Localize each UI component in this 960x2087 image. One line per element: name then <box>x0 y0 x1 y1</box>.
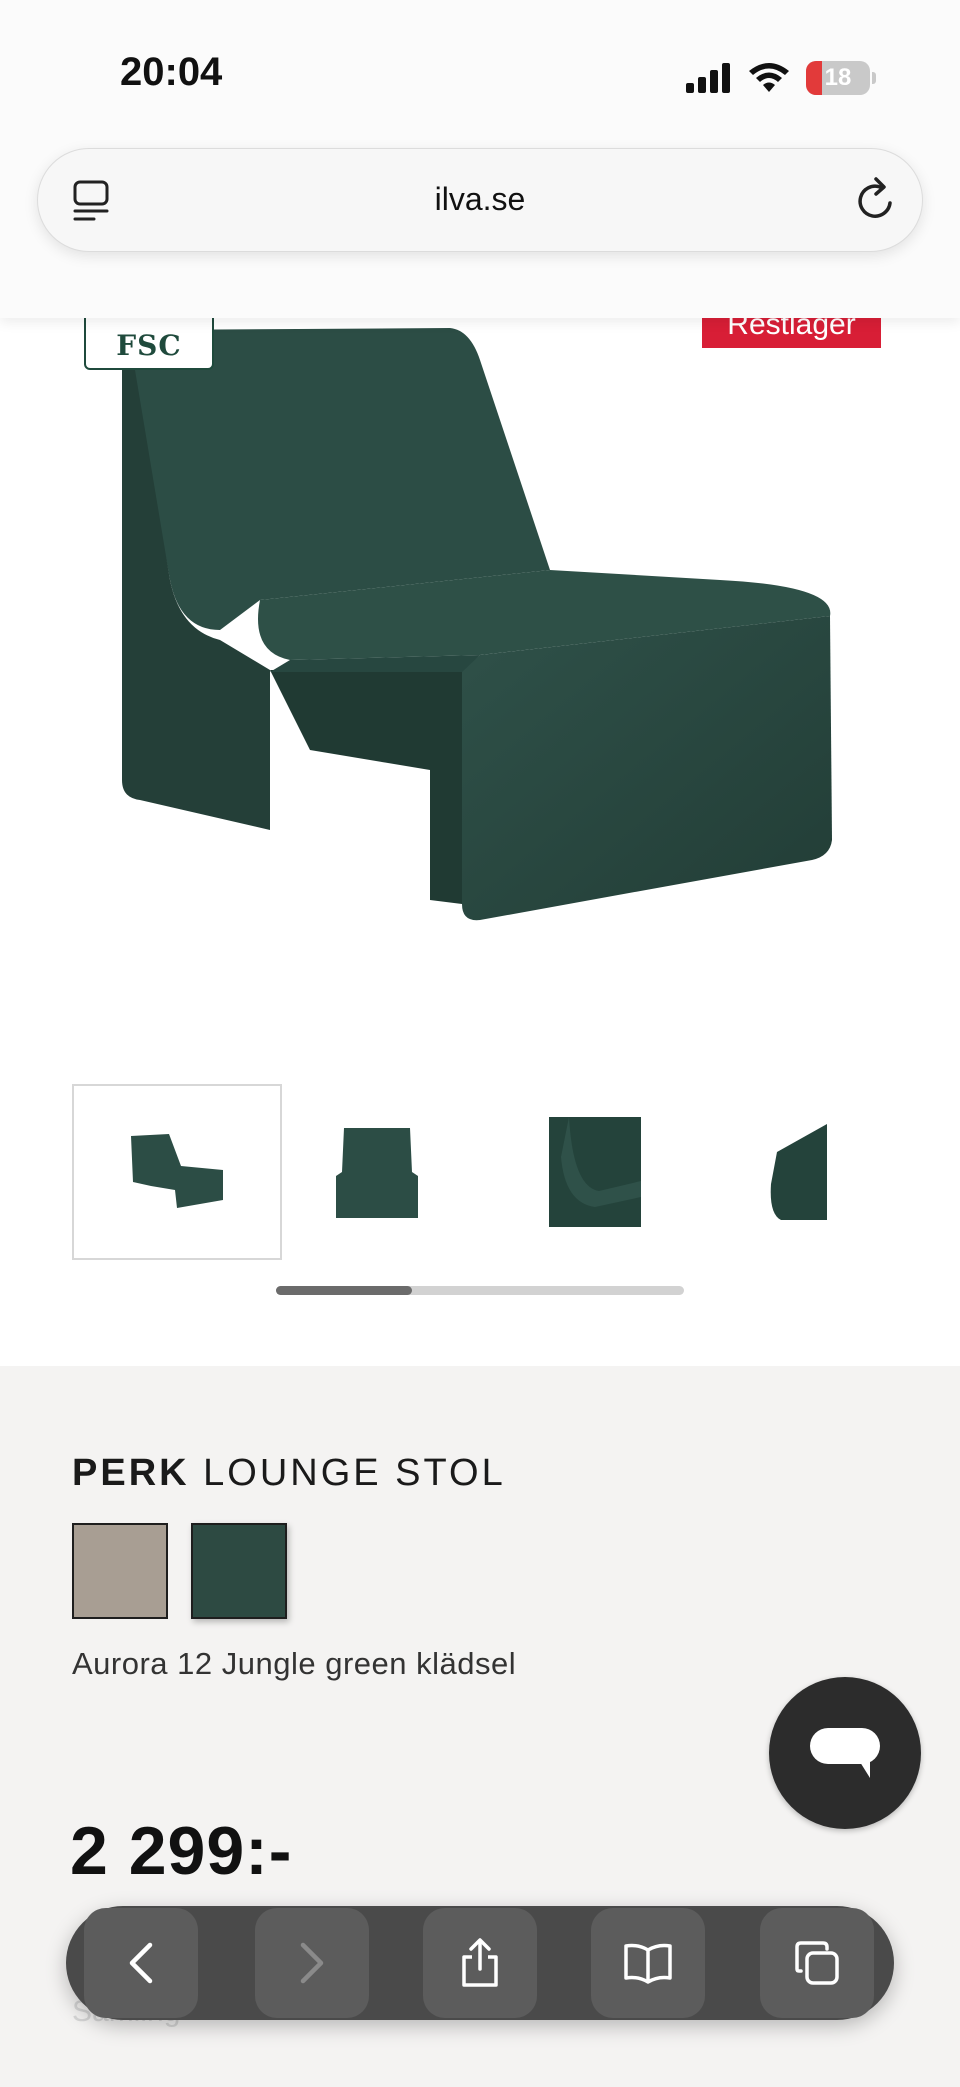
url-text[interactable]: ilva.se <box>38 181 922 218</box>
thumbnail-3[interactable] <box>490 1084 700 1260</box>
bookmarks-icon <box>624 1943 672 1984</box>
wifi-icon <box>749 63 789 92</box>
thumbnail-chair-side <box>131 1134 223 1208</box>
thumbnail-1[interactable] <box>72 1084 282 1260</box>
bookmarks-button[interactable] <box>591 1908 705 2018</box>
battery-icon: 18 <box>806 61 870 95</box>
browser-top-bar: 20:04 18 ilva.se <box>0 0 960 318</box>
tabs-icon <box>795 1941 839 1985</box>
back-button[interactable] <box>84 1908 198 2018</box>
thumbnail-2[interactable] <box>272 1084 482 1260</box>
variant-name: Aurora 12 Jungle green klädsel <box>72 1646 517 1681</box>
share-button[interactable] <box>423 1908 537 2018</box>
product-image[interactable] <box>100 300 860 940</box>
chat-icon <box>810 1728 880 1778</box>
chat-button[interactable] <box>769 1677 921 1829</box>
status-icons: 18 <box>686 58 876 98</box>
thumbnail-chair-corner <box>770 1124 827 1220</box>
thumbnail-chair-detail <box>549 1117 641 1227</box>
product-price: 2 299:- <box>70 1813 293 1889</box>
status-time: 20:04 <box>120 50 223 94</box>
signal-icon <box>686 63 730 93</box>
back-icon <box>129 1942 153 1984</box>
product-name-rest: LOUNGE STOL <box>203 1452 506 1494</box>
gallery-scrollbar-knob[interactable] <box>276 1286 412 1295</box>
share-icon <box>462 1938 498 1987</box>
color-swatch-beige[interactable] <box>72 1523 168 1619</box>
battery-level: 18 <box>824 64 852 91</box>
fsc-label: FSC <box>116 329 182 362</box>
address-bar[interactable]: ilva.se <box>37 148 923 252</box>
gallery-scrollbar[interactable] <box>276 1286 684 1295</box>
thumbnail-chair-front <box>336 1128 418 1218</box>
product-title: PERK LOUNGE STOL <box>72 1452 506 1495</box>
reload-icon[interactable] <box>854 175 900 223</box>
forward-icon <box>300 1942 324 1984</box>
browser-toolbar <box>66 1906 894 2020</box>
product-name-bold: PERK <box>72 1452 190 1494</box>
tabs-button[interactable] <box>760 1908 874 2018</box>
thumbnail-strip <box>72 1084 888 1262</box>
color-swatch-green[interactable] <box>191 1523 287 1619</box>
thumbnail-4[interactable] <box>692 1084 902 1260</box>
forward-button[interactable] <box>255 1908 369 2018</box>
